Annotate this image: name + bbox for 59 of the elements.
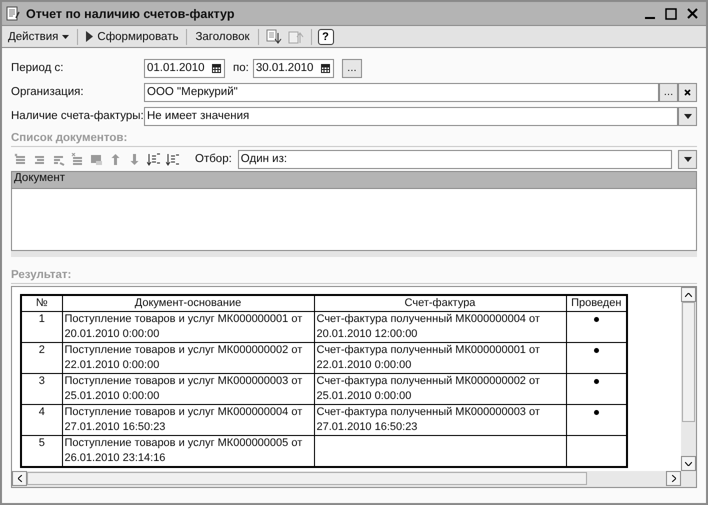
document-arrow-icon[interactable] — [264, 28, 283, 44]
play-icon — [86, 31, 94, 42]
table-cell: 2 — [21, 342, 62, 374]
sort-descending-icon[interactable] — [166, 152, 179, 166]
vertical-scrollbar[interactable] — [681, 287, 696, 471]
invoice-presence-dropdown[interactable]: Не имеет значения — [144, 106, 678, 126]
maximize-icon[interactable] — [665, 8, 677, 20]
help-button[interactable]: ? — [318, 28, 334, 44]
caret-icon — [684, 114, 692, 118]
table-cell: Поступление товаров и услуг МК000000004 от 27.01.2010 16:50:23 — [62, 404, 314, 436]
delete-row-icon[interactable] — [71, 152, 84, 166]
period-label: Период с: — [11, 62, 64, 74]
calendar-icon[interactable] — [320, 64, 330, 72]
caret-icon — [62, 34, 70, 38]
dropdown-button[interactable] — [678, 150, 697, 168]
scrollbar-corner — [681, 471, 696, 487]
table-cell: Поступление товаров и услуг МК000000003 от 25.01.2010 0:00:00 — [62, 374, 314, 404]
filter-dropdown[interactable]: Один из: — [238, 150, 672, 168]
to-label: по: — [233, 62, 249, 74]
table-cell: Поступление товаров и услуг МК000000001 от 20.01.2010 0:00:00 — [62, 312, 314, 342]
organization-field[interactable]: ООО "Меркурий" — [144, 82, 659, 102]
table-cell: Поступление товаров и услуг МК000000005 от 26.01.2010 23:14:16 — [62, 436, 314, 467]
select-button[interactable]: … — [659, 82, 678, 102]
add-row-icon[interactable] — [14, 152, 27, 166]
caret-icon — [684, 156, 692, 162]
horizontal-scrollbar[interactable] — [12, 471, 681, 487]
column-header: Документ — [12, 172, 696, 189]
close-icon — [684, 88, 691, 96]
run-button[interactable]: Сформировать — [84, 30, 180, 42]
table-cell: 4 — [21, 404, 62, 436]
organization-label: Организация: — [11, 86, 85, 98]
sort-ascending-icon[interactable] — [147, 152, 160, 166]
table-cell: 1 — [21, 312, 62, 342]
column-header: Проведен — [566, 295, 627, 312]
column-header: Счет-фактура — [314, 295, 566, 312]
date-field[interactable]: 01.01.2010 — [144, 58, 225, 78]
dropdown-button[interactable] — [678, 106, 697, 126]
table-cell: Счет-фактура полученный МК000000004 от 20.01.2010 12:00:00 — [314, 312, 566, 342]
invoice-presence-label: Наличие счета-фактуры: — [11, 110, 144, 122]
calendar-icon[interactable] — [212, 64, 221, 72]
table-cell: Счет-фактура полученный МК000000001 от 22.01.2010 0:00:00 — [314, 342, 566, 374]
table-cell: Счет-фактура полученный МК000000002 от 25.01.2010 0:00:00 — [314, 374, 566, 404]
section-title: Список документов: — [11, 132, 697, 147]
column-header: № — [21, 295, 62, 312]
header-button[interactable]: Заголовок — [193, 30, 252, 42]
clear-button[interactable] — [678, 82, 697, 102]
window-title: Отчет по наличию счетов-фактур — [26, 6, 236, 20]
document-icon — [6, 6, 20, 21]
table-cell: Поступление товаров и услуг МК000000002 от 22.01.2010 0:00:00 — [62, 342, 314, 374]
period-select-button[interactable]: … — [342, 58, 362, 78]
table-cell: Счет-фактура полученный МК000000003 от 27.01.2010 16:50:23 — [314, 404, 566, 436]
section-title: Результат: — [11, 269, 697, 284]
date-field[interactable]: 30.01.2010 — [252, 58, 334, 78]
table-cell: 3 — [21, 374, 62, 404]
column-header: Документ-основание — [62, 295, 314, 312]
close-icon[interactable] — [687, 8, 698, 19]
finish-edit-icon[interactable] — [90, 152, 103, 166]
filter-label: Отбор: — [195, 153, 232, 165]
actions-menu[interactable]: Действия — [6, 30, 72, 42]
